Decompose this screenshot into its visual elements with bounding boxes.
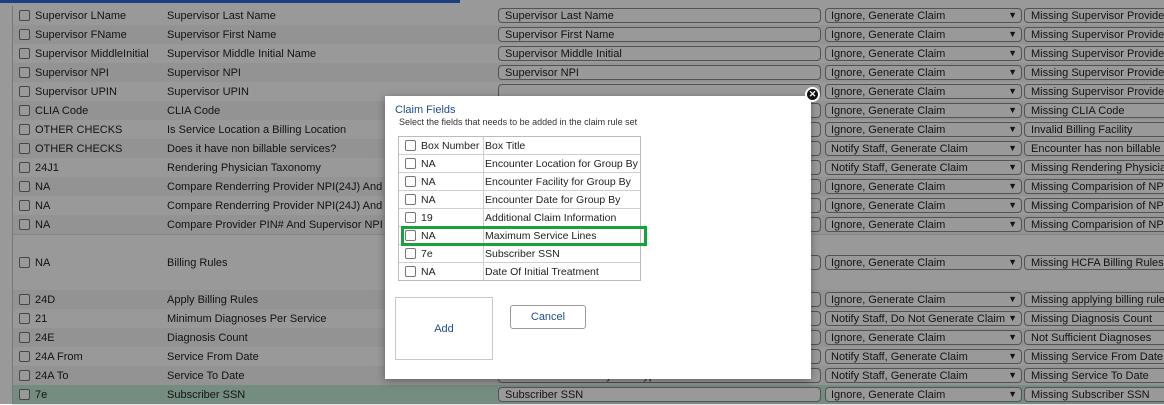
- claim-fields-table: Box Number Box Title NA Encounter Locatio…: [398, 136, 641, 281]
- field-box-cell: NA: [405, 173, 484, 190]
- header-box-title: Box Title: [485, 139, 526, 152]
- field-checkbox[interactable]: [405, 248, 416, 259]
- field-box-cell: 7e: [405, 245, 484, 262]
- field-row[interactable]: 7e Subscriber SSN: [399, 245, 640, 263]
- highlight-box: [401, 226, 647, 246]
- select-all-checkbox[interactable]: [405, 140, 416, 151]
- field-checkbox[interactable]: [405, 194, 416, 205]
- field-box-number: NA: [421, 175, 436, 188]
- field-box-cell: NA: [405, 263, 484, 280]
- field-box-title: Encounter Date for Group By: [485, 193, 621, 206]
- field-box-cell: NA: [405, 191, 484, 208]
- field-row[interactable]: NA Encounter Date for Group By: [399, 191, 640, 209]
- header-box-number: Box Number: [421, 139, 480, 152]
- field-box-title: Encounter Location for Group By: [485, 157, 638, 170]
- field-row[interactable]: NA Date Of Initial Treatment: [399, 263, 640, 280]
- field-box-number: 19: [421, 211, 433, 224]
- field-checkbox[interactable]: [405, 158, 416, 169]
- field-box-number: 7e: [421, 247, 433, 260]
- header-box-number-cell: Box Number: [405, 137, 484, 154]
- add-button[interactable]: Add: [396, 298, 492, 359]
- dialog-title: Claim Fields: [395, 104, 456, 116]
- field-box-cell: NA: [405, 155, 484, 172]
- field-box-title: Date Of Initial Treatment: [485, 265, 599, 278]
- field-box-title: Subscriber SSN: [485, 247, 560, 260]
- field-row[interactable]: NA Encounter Location for Group By: [399, 155, 640, 173]
- add-button-container: Add: [395, 297, 493, 360]
- field-box-number: NA: [421, 157, 436, 170]
- field-box-title: Additional Claim Information: [485, 211, 617, 224]
- header-box-title-cell: Box Title: [485, 137, 525, 154]
- close-icon[interactable]: ✕: [805, 87, 820, 102]
- field-row[interactable]: 19 Additional Claim Information: [399, 209, 640, 227]
- field-box-number: NA: [421, 193, 436, 206]
- field-box-cell: 19: [405, 209, 484, 226]
- cancel-button[interactable]: Cancel: [510, 305, 586, 329]
- fields-header-row: Box Number Box Title: [399, 137, 640, 155]
- field-checkbox[interactable]: [405, 266, 416, 277]
- field-checkbox[interactable]: [405, 176, 416, 187]
- dialog-subtitle: Select the fields that needs to be added…: [399, 117, 638, 127]
- field-row[interactable]: NA Encounter Facility for Group By: [399, 173, 640, 191]
- field-box-number: NA: [421, 265, 436, 278]
- field-checkbox[interactable]: [405, 212, 416, 223]
- field-box-title: Encounter Facility for Group By: [485, 175, 631, 188]
